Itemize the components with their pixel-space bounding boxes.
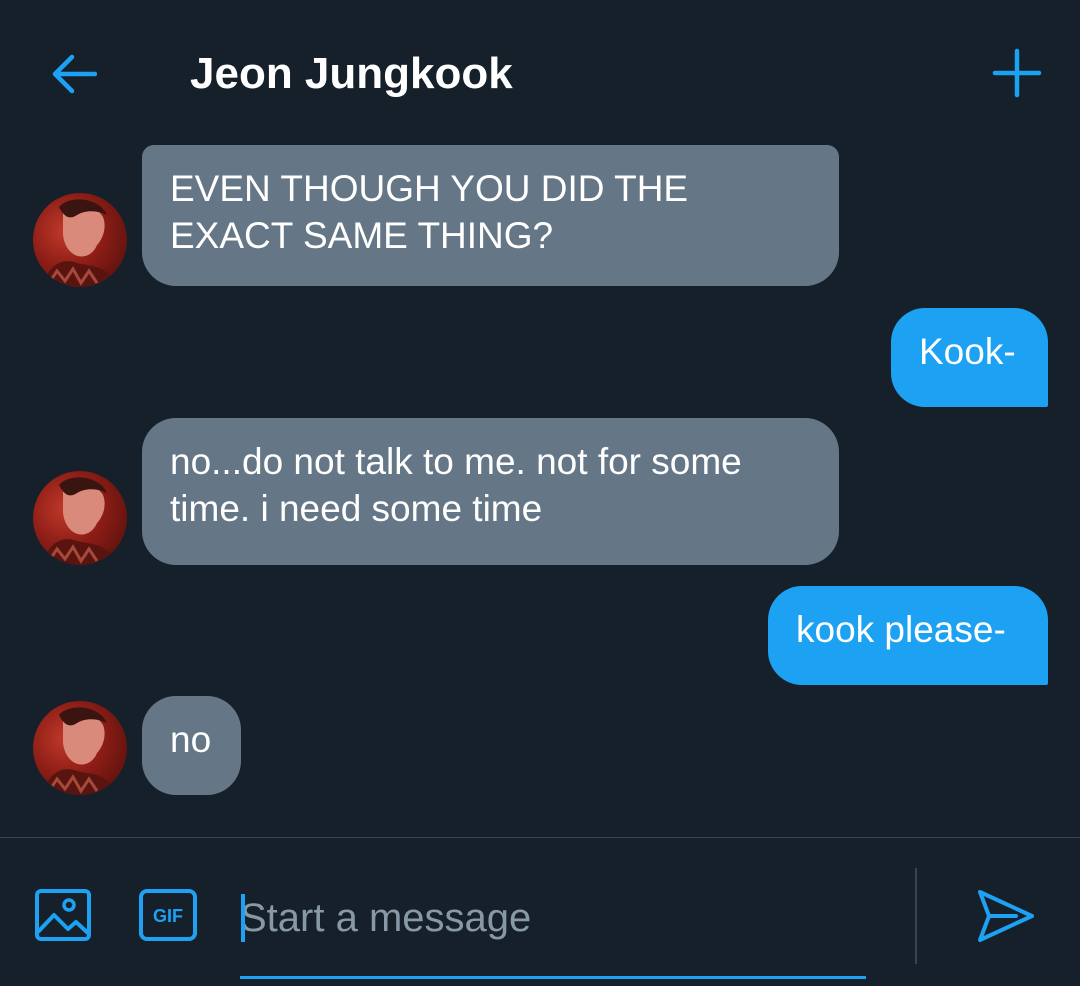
message-composer: GIF (0, 837, 1080, 986)
avatar[interactable] (33, 471, 127, 565)
incoming-message-bubble[interactable]: no...do not talk to me. not for some tim… (142, 418, 839, 565)
conversation-title: Jeon Jungkook (190, 49, 513, 98)
plus-icon (992, 48, 1042, 98)
arrow-left-icon (52, 54, 97, 94)
avatar[interactable] (33, 193, 127, 287)
add-photo-button[interactable] (34, 888, 92, 942)
message-text: no...do not talk to me. not for some tim… (170, 441, 742, 529)
message-text: no (170, 719, 212, 760)
avatar-image (43, 707, 119, 795)
send-icon (978, 890, 1034, 942)
message-text: Kook- (919, 331, 1016, 372)
incoming-message-bubble[interactable]: EVEN THOUGH YOU DID THE EXACT SAME THING… (142, 145, 839, 286)
outgoing-message-bubble[interactable]: Kook- (891, 308, 1048, 407)
gif-icon: GIF (139, 889, 197, 941)
message-input[interactable] (240, 888, 866, 948)
message-text: kook please- (796, 609, 1006, 650)
back-button[interactable] (48, 48, 100, 100)
add-participant-button[interactable] (990, 46, 1044, 100)
outgoing-message-bubble[interactable]: kook please- (768, 586, 1048, 685)
gif-label: GIF (153, 906, 183, 926)
send-button[interactable] (976, 888, 1036, 944)
image-icon (35, 889, 91, 941)
conversation-header: Jeon Jungkook (0, 0, 1080, 145)
avatar-image (43, 477, 119, 565)
avatar-image (43, 199, 119, 287)
input-focus-underline (240, 976, 866, 979)
add-gif-button[interactable]: GIF (138, 888, 198, 942)
avatar[interactable] (33, 701, 127, 795)
text-cursor (241, 894, 245, 942)
message-thread[interactable]: EVEN THOUGH YOU DID THE EXACT SAME THING… (0, 145, 1080, 837)
composer-divider (915, 868, 917, 964)
message-text: EVEN THOUGH YOU DID THE EXACT SAME THING… (170, 168, 689, 256)
incoming-message-bubble[interactable]: no (142, 696, 241, 795)
